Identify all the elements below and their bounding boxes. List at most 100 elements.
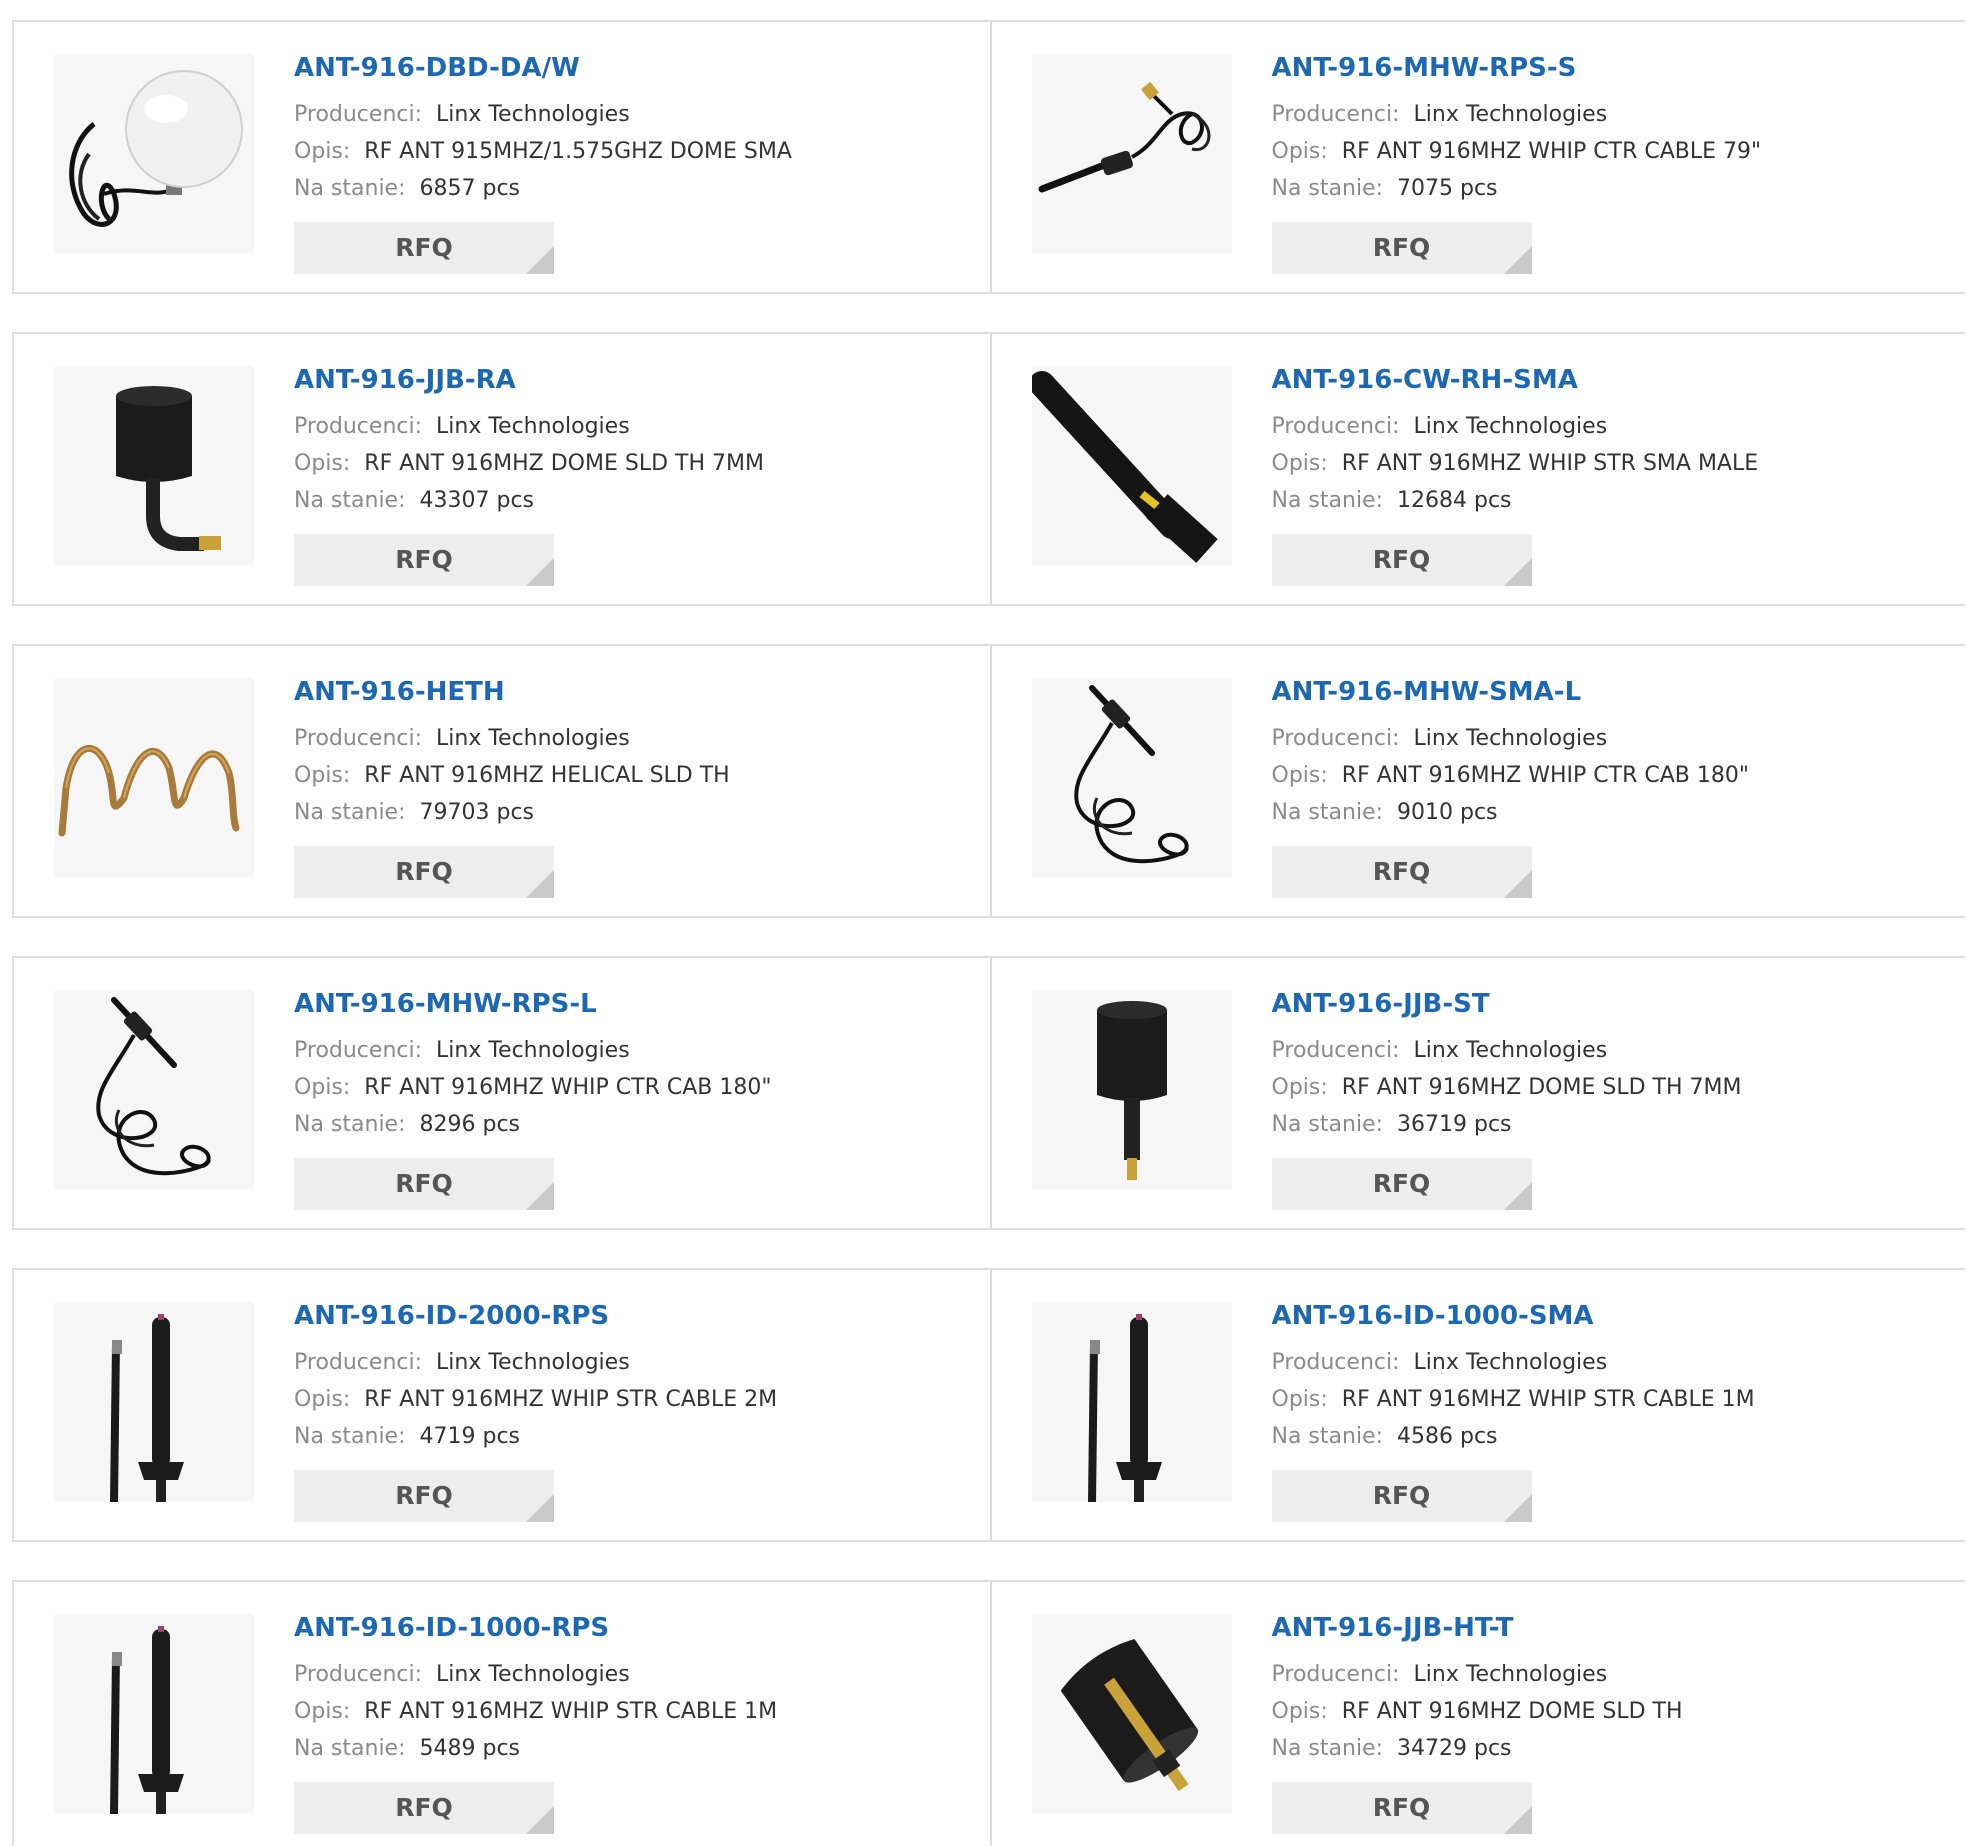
description-row: Opis: RF ANT 916MHZ DOME SLD TH 7MM — [1272, 1069, 1956, 1106]
rfq-button[interactable]: RFQ — [1271, 534, 1532, 586]
corner-triangle-icon — [1503, 1182, 1532, 1210]
cable-whip-antenna-coiled-icon — [96, 997, 211, 1176]
product-image[interactable] — [1031, 1614, 1232, 1814]
product-title-link[interactable]: ANT-916-ID-1000-SMA — [1272, 1300, 1956, 1332]
product-row: ANT-916-JJB-RA Producenci: Linx Technolog… — [12, 332, 1965, 606]
helical-antenna-icon — [58, 744, 240, 837]
stock-row: Na stanie: 6857 pcs — [294, 170, 980, 207]
product-title-link[interactable]: ANT-916-JJB-ST — [1272, 988, 1956, 1020]
product-image[interactable] — [1031, 1302, 1232, 1502]
stock-row: Na stanie: 9010 pcs — [1272, 794, 1956, 831]
manufacturer-value: Linx Technologies — [1413, 1038, 1608, 1063]
product-image[interactable] — [54, 54, 254, 254]
product-title-link[interactable]: ANT-916-MHW-RPS-S — [1272, 52, 1956, 84]
description-value: RF ANT 916MHZ WHIP CTR CAB 180" — [1341, 763, 1749, 788]
product-title-link[interactable]: ANT-916-HETH — [294, 676, 980, 708]
rfq-button-label: RFQ — [1372, 1481, 1431, 1510]
stock-value: 8296 pcs — [419, 1112, 521, 1137]
manufacturer-row: Producenci: Linx Technologies — [1272, 720, 1956, 757]
stock-value: 5489 pcs — [419, 1736, 521, 1761]
product-title-link[interactable]: ANT-916-JJB-HT-T — [1272, 1612, 1956, 1644]
description-value: RF ANT 916MHZ WHIP STR CABLE 1M — [364, 1699, 778, 1724]
rfq-button[interactable]: RFQ — [294, 1158, 554, 1210]
product-image[interactable] — [54, 990, 254, 1190]
rfq-button[interactable]: RFQ — [294, 534, 554, 586]
rfq-button[interactable]: RFQ — [294, 222, 554, 274]
rfq-button[interactable]: RFQ — [1271, 222, 1532, 274]
product-title-link[interactable]: ANT-916-ID-2000-RPS — [294, 1300, 980, 1332]
manufacturer-row: Producenci: Linx Technologies — [1272, 1656, 1956, 1693]
manufacturer-row: Producenci: Linx Technologies — [294, 1656, 980, 1693]
stock-row: Na stanie: 4719 pcs — [294, 1418, 980, 1455]
product-card: ANT-916-HETH Producenci: Linx Technologie… — [14, 646, 990, 916]
product-grid: ANT-916-DBD-DA/W Producenci: Linx Technol… — [0, 0, 1965, 1846]
stock-label: Na stanie: — [1271, 1736, 1384, 1761]
rfq-button[interactable]: RFQ — [294, 1470, 554, 1522]
description-row: Opis: RF ANT 916MHZ WHIP STR CABLE 1M — [1272, 1381, 1956, 1418]
manufacturer-label: Producenci: — [1271, 726, 1400, 751]
description-row: Opis: RF ANT 916MHZ DOME SLD TH 7MM — [294, 445, 980, 482]
manufacturer-label: Producenci: — [294, 414, 423, 439]
stock-value: 43307 pcs — [419, 488, 535, 513]
rfq-button-label: RFQ — [395, 1169, 453, 1198]
rfq-button[interactable]: RFQ — [294, 1782, 554, 1834]
product-title-link[interactable]: ANT-916-CW-RH-SMA — [1272, 364, 1956, 396]
manufacturer-row: Producenci: Linx Technologies — [294, 1344, 980, 1381]
product-title-link[interactable]: ANT-916-JJB-RA — [294, 364, 980, 396]
manufacturer-label: Producenci: — [294, 1038, 423, 1063]
product-title-link[interactable]: ANT-916-DBD-DA/W — [294, 52, 980, 84]
rfq-button[interactable]: RFQ — [1271, 1158, 1532, 1210]
stock-value: 79703 pcs — [419, 800, 535, 825]
corner-triangle-icon — [526, 558, 554, 586]
manufacturer-row: Producenci: Linx Technologies — [294, 408, 980, 445]
corner-triangle-icon — [1503, 1806, 1532, 1834]
stock-value: 36719 pcs — [1397, 1112, 1512, 1137]
description-row: Opis: RF ANT 916MHZ WHIP CTR CAB 180" — [294, 1069, 980, 1106]
product-image[interactable] — [54, 678, 254, 878]
stock-label: Na stanie: — [1271, 1424, 1384, 1449]
stock-label: Na stanie: — [1271, 488, 1384, 513]
corner-triangle-icon — [526, 1806, 554, 1834]
rfq-button-label: RFQ — [395, 233, 453, 262]
description-row: Opis: RF ANT 916MHZ WHIP STR CABLE 2M — [294, 1381, 980, 1418]
description-row: Opis: RF ANT 916MHZ WHIP STR SMA MALE — [1272, 445, 1956, 482]
product-title-link[interactable]: ANT-916-MHW-SMA-L — [1272, 676, 1956, 708]
rfq-button-label: RFQ — [395, 1793, 453, 1822]
product-row: ANT-916-ID-1000-RPS Producenci: Linx Tech… — [12, 1580, 1965, 1846]
manufacturer-label: Producenci: — [1271, 414, 1400, 439]
product-image[interactable] — [1031, 54, 1232, 254]
product-image[interactable] — [1031, 678, 1232, 878]
corner-triangle-icon — [526, 870, 554, 898]
product-title-link[interactable]: ANT-916-MHW-RPS-L — [294, 988, 980, 1020]
description-label: Opis: — [1271, 1075, 1328, 1100]
product-card: ANT-916-ID-1000-RPS Producenci: Linx Tech… — [14, 1582, 990, 1846]
rfq-button-label: RFQ — [395, 545, 453, 574]
rfq-button[interactable]: RFQ — [1271, 1782, 1532, 1834]
corner-triangle-icon — [1503, 870, 1532, 898]
corner-triangle-icon — [526, 246, 554, 274]
product-image[interactable] — [1031, 990, 1232, 1190]
product-image[interactable] — [1031, 366, 1232, 566]
product-image[interactable] — [54, 1614, 254, 1814]
manufacturer-row: Producenci: Linx Technologies — [294, 1032, 980, 1069]
black-whip-antenna-icon — [1031, 371, 1218, 563]
product-image[interactable] — [54, 1302, 254, 1502]
corner-triangle-icon — [1503, 246, 1532, 274]
manufacturer-row: Producenci: Linx Technologies — [1272, 96, 1956, 133]
product-card: ANT-916-JJB-ST Producenci: Linx Technolog… — [989, 958, 1965, 1228]
rfq-button[interactable]: RFQ — [1271, 1470, 1532, 1522]
manufacturer-row: Producenci: Linx Technologies — [1272, 1032, 1956, 1069]
description-label: Opis: — [1271, 763, 1328, 788]
rfq-button[interactable]: RFQ — [1271, 846, 1532, 898]
product-image[interactable] — [54, 366, 254, 566]
description-value: RF ANT 916MHZ DOME SLD TH 7MM — [1341, 1075, 1742, 1100]
rfq-button-label: RFQ — [1372, 1793, 1431, 1822]
stock-value: 7075 pcs — [1397, 176, 1498, 201]
manufacturer-row: Producenci: Linx Technologies — [294, 96, 980, 133]
rfq-button[interactable]: RFQ — [294, 846, 554, 898]
description-label: Opis: — [294, 1699, 351, 1724]
product-row: ANT-916-ID-2000-RPS Producenci: Linx Tech… — [12, 1268, 1965, 1542]
stock-value: 12684 pcs — [1397, 488, 1512, 513]
stock-label: Na stanie: — [294, 1424, 406, 1449]
product-title-link[interactable]: ANT-916-ID-1000-RPS — [294, 1612, 980, 1644]
